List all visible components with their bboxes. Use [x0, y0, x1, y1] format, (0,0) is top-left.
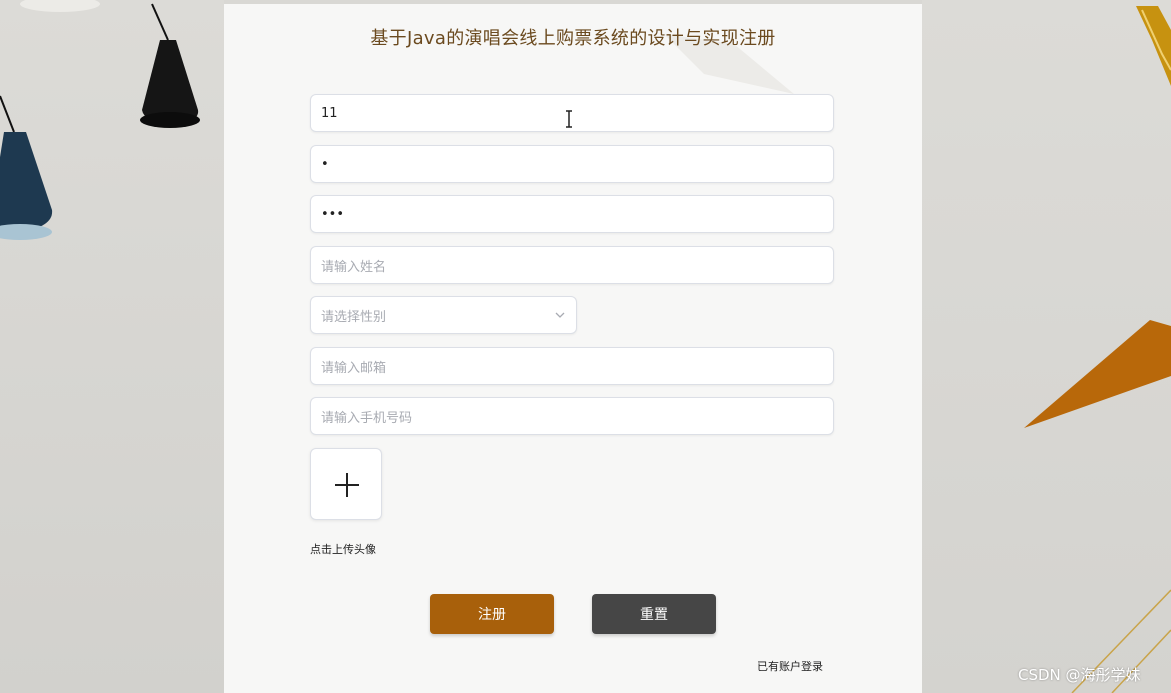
watermark: CSDN @海彤学妹: [1018, 666, 1141, 684]
email-input-placeholder: 请输入邮箱: [321, 360, 387, 376]
register-panel: 基于Java的演唱会线上购票系统的设计与实现注册 11 • ••• 请输入姓名 …: [224, 4, 922, 693]
confirm-password-input[interactable]: •••: [310, 195, 834, 233]
account-input-value: 11: [321, 105, 338, 121]
phone-input[interactable]: 请输入手机号码: [310, 397, 834, 435]
gender-select-placeholder: 请选择性别: [321, 309, 387, 325]
name-input-placeholder: 请输入姓名: [321, 259, 387, 275]
name-input[interactable]: 请输入姓名: [310, 246, 834, 284]
password-input-value: •: [321, 156, 329, 172]
email-input[interactable]: 请输入邮箱: [310, 347, 834, 385]
plus-icon: [335, 473, 359, 497]
phone-input-placeholder: 请输入手机号码: [321, 410, 413, 426]
chevron-down-icon: [555, 312, 565, 318]
confirm-password-input-value: •••: [321, 206, 345, 222]
text-cursor-icon: [566, 110, 572, 128]
login-link[interactable]: 已有账户登录: [757, 658, 823, 674]
gold-shape-decoration: [1024, 6, 1171, 693]
avatar-upload-button[interactable]: [310, 448, 382, 520]
reset-button[interactable]: 重置: [592, 594, 716, 634]
password-input[interactable]: •: [310, 145, 834, 183]
register-button[interactable]: 注册: [430, 594, 554, 634]
pendant-lamp-decoration: [0, 0, 200, 240]
avatar-upload-label: 点击上传头像: [310, 543, 376, 556]
gender-select[interactable]: 请选择性别: [310, 296, 577, 334]
page-title: 基于Java的演唱会线上购票系统的设计与实现注册: [370, 28, 776, 49]
